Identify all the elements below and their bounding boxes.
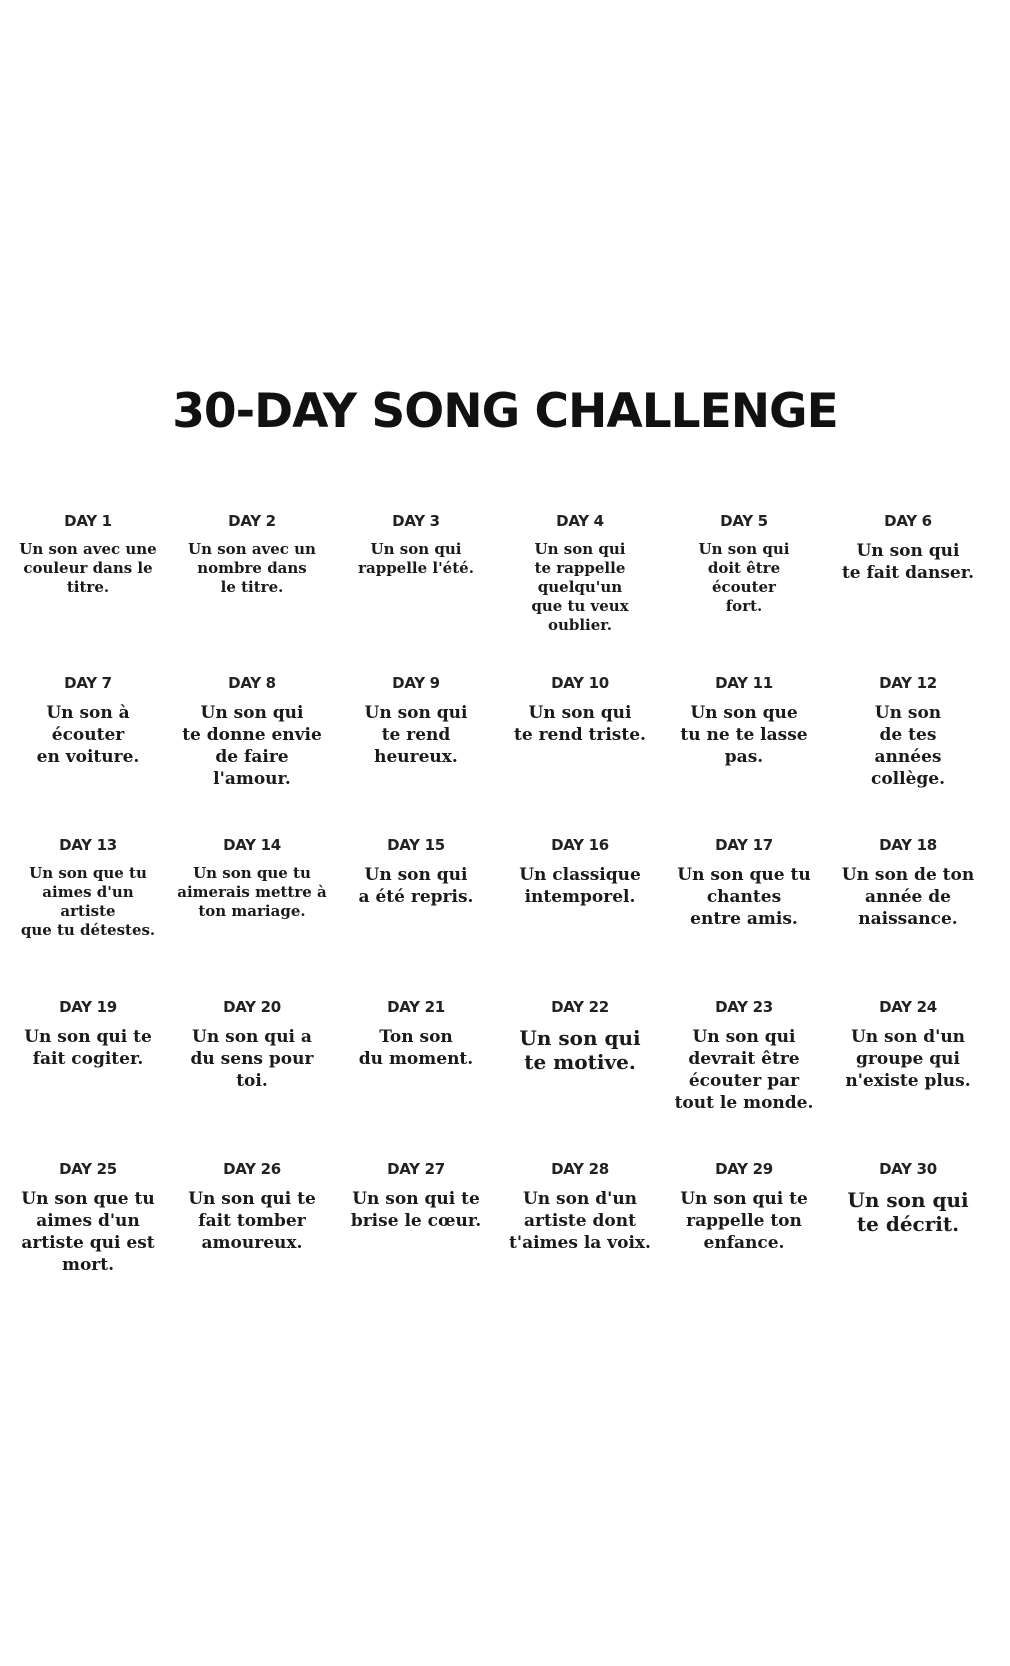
day-cell-11: DAY 11 Un son que tu ne te lasse pas. — [662, 674, 826, 836]
day-label: DAY 29 — [715, 1160, 773, 1178]
day-cell-27: DAY 27 Un son qui te brise le cœur. — [334, 1160, 498, 1322]
day-label: DAY 3 — [392, 512, 440, 530]
day-cell-2: DAY 2 Un son avec un nombre dans le titr… — [170, 512, 334, 674]
day-prompt: Ton son du moment. — [358, 1027, 474, 1069]
day-cell-16: DAY 16 Un classique intemporel. — [498, 836, 662, 998]
day-label: DAY 4 — [556, 512, 604, 530]
day-cell-7: DAY 7 Un son à écouter en voiture. — [6, 674, 170, 836]
day-prompt: Un son qui te donne envie de faire l'amo… — [182, 703, 322, 789]
day-label: DAY 13 — [59, 836, 117, 854]
day-label: DAY 22 — [551, 998, 609, 1016]
day-label: DAY 11 — [715, 674, 773, 692]
day-label: DAY 19 — [59, 998, 117, 1016]
day-cell-12: DAY 12 Un son de tes années collège. — [826, 674, 990, 836]
day-prompt: Un son que tu aimes d'un artiste que tu … — [20, 864, 156, 939]
day-cell-9: DAY 9 Un son qui te rend heureux. — [334, 674, 498, 836]
day-prompt: Un son qui te rappelle ton enfance. — [680, 1189, 808, 1253]
day-prompt: Un son que tu aimes d'un artiste qui est… — [21, 1189, 155, 1275]
day-prompt: Un son que tu aimerais mettre à ton mari… — [177, 864, 327, 920]
day-label: DAY 25 — [59, 1160, 117, 1178]
day-cell-17: DAY 17 Un son que tu chantes entre amis. — [662, 836, 826, 998]
day-cell-5: DAY 5 Un son qui doit être écouter fort. — [662, 512, 826, 674]
day-prompt: Un son qui doit être écouter fort. — [698, 540, 790, 615]
day-label: DAY 30 — [879, 1160, 937, 1178]
day-cell-1: DAY 1 Un son avec une couleur dans le ti… — [6, 512, 170, 674]
day-label: DAY 2 — [228, 512, 276, 530]
day-prompt: Un son qui devrait être écouter par tout… — [674, 1027, 814, 1113]
day-label: DAY 8 — [228, 674, 276, 692]
day-label: DAY 15 — [387, 836, 445, 854]
day-label: DAY 18 — [879, 836, 937, 854]
day-label: DAY 10 — [551, 674, 609, 692]
day-cell-3: DAY 3 Un son qui rappelle l'été. — [334, 512, 498, 674]
day-prompt: Un son qui te rend heureux. — [364, 703, 468, 767]
day-prompt: Un son que tu ne te lasse pas. — [680, 703, 808, 767]
day-label: DAY 26 — [223, 1160, 281, 1178]
day-cell-25: DAY 25 Un son que tu aimes d'un artiste … — [6, 1160, 170, 1322]
day-prompt: Un son d'un groupe qui n'existe plus. — [845, 1027, 971, 1091]
day-label: DAY 17 — [715, 836, 773, 854]
day-label: DAY 9 — [392, 674, 440, 692]
day-cell-23: DAY 23 Un son qui devrait être écouter p… — [662, 998, 826, 1160]
day-prompt: Un son qui te fait tomber amoureux. — [188, 1189, 316, 1253]
day-label: DAY 5 — [720, 512, 768, 530]
day-cell-26: DAY 26 Un son qui te fait tomber amoureu… — [170, 1160, 334, 1322]
day-prompt: Un classique intemporel. — [519, 865, 641, 907]
day-prompt: Un son qui rappelle l'été. — [358, 540, 474, 577]
day-prompt: Un son qui te rend triste. — [514, 703, 646, 745]
day-cell-8: DAY 8 Un son qui te donne envie de faire… — [170, 674, 334, 836]
day-cell-28: DAY 28 Un son d'un artiste dont t'aimes … — [498, 1160, 662, 1322]
day-cell-6: DAY 6 Un son qui te fait danser. — [826, 512, 990, 674]
day-cell-15: DAY 15 Un son qui a été repris. — [334, 836, 498, 998]
day-label: DAY 1 — [64, 512, 112, 530]
day-cell-13: DAY 13 Un son que tu aimes d'un artiste … — [6, 836, 170, 998]
day-prompt: Un son avec une couleur dans le titre. — [19, 540, 157, 596]
day-cell-18: DAY 18 Un son de ton année de naissance. — [826, 836, 990, 998]
day-cell-24: DAY 24 Un son d'un groupe qui n'existe p… — [826, 998, 990, 1160]
day-cell-30: DAY 30 Un son qui te décrit. — [826, 1160, 990, 1322]
day-prompt: Un son qui a été repris. — [358, 865, 474, 907]
day-label: DAY 23 — [715, 998, 773, 1016]
day-label: DAY 28 — [551, 1160, 609, 1178]
day-cell-20: DAY 20 Un son qui a du sens pour toi. — [170, 998, 334, 1160]
day-cell-21: DAY 21 Ton son du moment. — [334, 998, 498, 1160]
day-prompt: Un son de ton année de naissance. — [841, 865, 975, 929]
page-title: 30-DAY SONG CHALLENGE — [172, 384, 839, 439]
day-prompt: Un son à écouter en voiture. — [36, 703, 140, 767]
day-prompt: Un son avec un nombre dans le titre. — [188, 540, 316, 596]
challenge-grid: DAY 1 Un son avec une couleur dans le ti… — [6, 512, 990, 1322]
day-prompt: Un son que tu chantes entre amis. — [677, 865, 811, 929]
day-prompt: Un son qui te fait danser. — [841, 541, 975, 583]
day-cell-19: DAY 19 Un son qui te fait cogiter. — [6, 998, 170, 1160]
day-prompt: Un son qui te motive. — [519, 1026, 641, 1074]
day-cell-4: DAY 4 Un son qui te rappelle quelqu'un q… — [498, 512, 662, 674]
day-cell-14: DAY 14 Un son que tu aimerais mettre à t… — [170, 836, 334, 998]
day-label: DAY 24 — [879, 998, 937, 1016]
day-cell-22: DAY 22 Un son qui te motive. — [498, 998, 662, 1160]
day-cell-29: DAY 29 Un son qui te rappelle ton enfanc… — [662, 1160, 826, 1322]
day-label: DAY 16 — [551, 836, 609, 854]
day-prompt: Un son d'un artiste dont t'aimes la voix… — [509, 1189, 651, 1253]
day-prompt: Un son qui te brise le cœur. — [350, 1189, 482, 1231]
day-cell-10: DAY 10 Un son qui te rend triste. — [498, 674, 662, 836]
day-prompt: Un son qui a du sens pour toi. — [190, 1027, 314, 1091]
day-label: DAY 6 — [884, 512, 932, 530]
day-prompt: Un son qui te fait cogiter. — [24, 1027, 152, 1069]
day-prompt: Un son qui te rappelle quelqu'un que tu … — [531, 540, 629, 634]
day-prompt: Un son qui te décrit. — [847, 1188, 969, 1236]
day-label: DAY 20 — [223, 998, 281, 1016]
day-label: DAY 7 — [64, 674, 112, 692]
day-label: DAY 21 — [387, 998, 445, 1016]
day-prompt: Un son de tes années collège. — [870, 703, 946, 789]
day-label: DAY 12 — [879, 674, 937, 692]
day-label: DAY 14 — [223, 836, 281, 854]
day-label: DAY 27 — [387, 1160, 445, 1178]
